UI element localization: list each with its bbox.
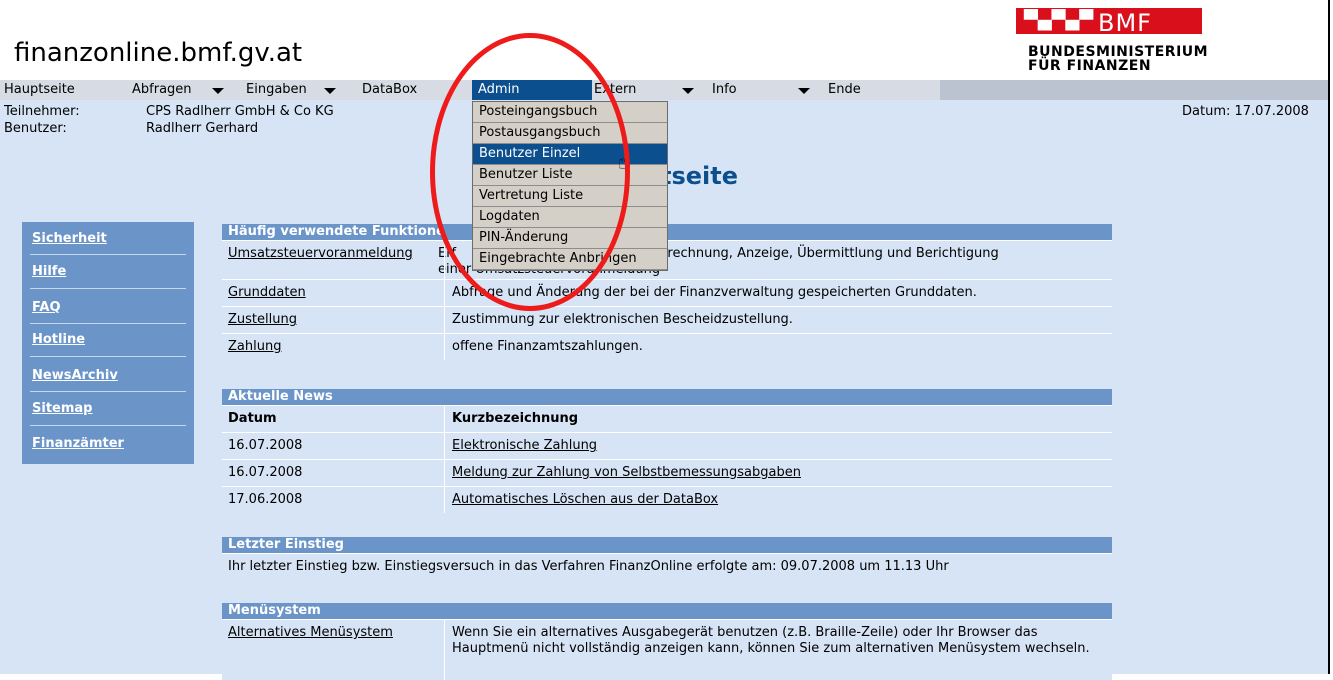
chevron-down-icon <box>212 88 224 94</box>
section-news: Aktuelle News Datum Kurzbezeichnung 16.0… <box>222 389 1112 513</box>
column-divider <box>444 487 445 513</box>
section-news-title: Aktuelle News <box>222 389 1112 405</box>
teilnehmer-label: Teilnehmer: <box>4 104 80 119</box>
menu-eingaben-label: Eingaben <box>246 82 307 97</box>
news-link[interactable]: Automatisches Löschen aus der DataBox <box>452 492 1102 508</box>
sidenav-hilfe[interactable]: Hilfe <box>32 264 66 279</box>
header: finanzonline.bmf.gv.at ▀▄▀▄▀ BMF BUNDESM… <box>0 0 1328 80</box>
column-divider <box>444 334 445 360</box>
link-zahlung[interactable]: Zahlung <box>228 339 281 354</box>
news-date: 16.07.2008 <box>228 438 303 453</box>
column-divider <box>444 307 445 333</box>
news-link[interactable]: Elektronische Zahlung <box>452 438 1102 454</box>
menu-eingaben[interactable]: Eingaben <box>246 80 356 100</box>
table-row: Grunddaten Abfrage und Änderung der bei … <box>222 279 1112 306</box>
section-letzter-title: Letzter Einstieg <box>222 537 1112 553</box>
bmf-logo: ▀▄▀▄▀ BMF BUNDESMINISTERIUM FÜR FINANZEN <box>1016 8 1216 78</box>
row-description-part: berechnung, Anzeige, Übermittlung und Be… <box>651 246 999 261</box>
logo-line-2: FÜR FINANZEN <box>1028 58 1152 74</box>
chevron-down-icon <box>798 88 810 94</box>
section-menuesystem-title: Menüsystem <box>222 603 1112 619</box>
benutzer-label: Benutzer: <box>4 121 67 136</box>
teilnehmer-value: CPS Radlherr GmbH & Co KG <box>146 104 334 119</box>
sidenav-sicherheit[interactable]: Sicherheit <box>32 231 107 246</box>
link-alternatives-menuesystem[interactable]: Alternatives Menüsystem <box>228 625 393 640</box>
sidenav-divider <box>30 288 186 289</box>
column-header-datum: Datum <box>228 411 277 426</box>
column-header-kurzbezeichnung: Kurzbezeichnung <box>452 411 579 426</box>
sidenav-newsarchiv[interactable]: NewsArchiv <box>32 368 118 383</box>
menu-info-label: Info <box>712 82 737 97</box>
column-divider <box>444 406 445 432</box>
menu-databox[interactable]: DataBox <box>362 80 417 100</box>
table-row: 17.06.2008 Automatisches Löschen aus der… <box>222 486 1112 513</box>
sidenav-finanzaemter[interactable]: Finanzämter <box>32 436 124 451</box>
sidenav-divider <box>30 391 186 392</box>
column-divider <box>444 460 445 486</box>
sidenav-divider <box>30 254 186 255</box>
news-link[interactable]: Meldung zur Zahlung von Selbstbemessungs… <box>452 465 1102 481</box>
main-menu-bar: Hauptseite Abfragen Eingaben DataBox Adm… <box>0 80 1328 101</box>
menu-ende[interactable]: Ende <box>828 80 861 100</box>
chevron-down-icon <box>682 88 694 94</box>
site-title: finanzonline.bmf.gv.at <box>14 38 303 68</box>
eagle-icon: ▀▄▀▄▀ <box>1024 10 1094 31</box>
table-header-row: Datum Kurzbezeichnung <box>222 405 1112 432</box>
table-row: 16.07.2008 Elektronische Zahlung <box>222 432 1112 459</box>
section-menuesystem: Menüsystem Alternatives Menüsystem Wenn … <box>222 603 1112 680</box>
table-row: 16.07.2008 Meldung zur Zahlung von Selbs… <box>222 459 1112 486</box>
menu-info[interactable]: Info <box>712 80 822 100</box>
table-row: Zustellung Zustimmung zur elektronischen… <box>222 306 1112 333</box>
sidenav-divider <box>30 356 186 357</box>
link-grunddaten[interactable]: Grunddaten <box>228 285 306 300</box>
row-description: offene Finanzamtszahlungen. <box>452 339 643 354</box>
bmf-badge-text: BMF <box>1098 9 1152 37</box>
column-divider <box>444 280 445 306</box>
row-description: Wenn Sie ein alternatives Ausgabegerät b… <box>452 625 1090 656</box>
news-date: 17.06.2008 <box>228 492 303 507</box>
menu-abfragen-label: Abfragen <box>132 82 192 97</box>
link-umsatzsteuervoranmeldung[interactable]: Umsatzsteuervoranmeldung <box>228 246 413 261</box>
table-row: Ihr letzter Einstieg bzw. Einstiegsversu… <box>222 553 1112 580</box>
sidenav-sitemap[interactable]: Sitemap <box>32 401 92 416</box>
news-date: 16.07.2008 <box>228 465 303 480</box>
page-heading: tseite <box>660 162 739 190</box>
sidenav-faq[interactable]: FAQ <box>32 300 61 315</box>
sidenav-divider <box>30 323 186 324</box>
column-divider <box>444 433 445 459</box>
letzter-einstieg-text: Ihr letzter Einstieg bzw. Einstiegsversu… <box>228 559 949 574</box>
chevron-down-icon <box>324 88 336 94</box>
menu-hauptseite[interactable]: Hauptseite <box>4 80 75 100</box>
link-zustellung[interactable]: Zustellung <box>228 312 297 327</box>
benutzer-value: Radlherr Gerhard <box>146 121 259 136</box>
table-row: Zahlung offene Finanzamtszahlungen. <box>222 333 1112 360</box>
row-description: Zustimmung zur elektronischen Bescheidzu… <box>452 312 793 327</box>
section-letzter-einstieg: Letzter Einstieg Ihr letzter Einstieg bz… <box>222 537 1112 580</box>
menu-abfragen[interactable]: Abfragen <box>132 80 242 100</box>
sidenav-divider <box>30 425 186 426</box>
table-row: Alternatives Menüsystem Wenn Sie ein alt… <box>222 619 1112 680</box>
bmf-badge: ▀▄▀▄▀ BMF <box>1016 8 1202 37</box>
column-divider <box>444 620 445 680</box>
sidenav-hotline[interactable]: Hotline <box>32 332 85 347</box>
annotation-ellipse <box>430 33 630 311</box>
side-navigation: Sicherheit Hilfe FAQ Hotline NewsArchiv … <box>22 222 194 464</box>
date-display: Datum: 17.07.2008 <box>1182 104 1309 119</box>
